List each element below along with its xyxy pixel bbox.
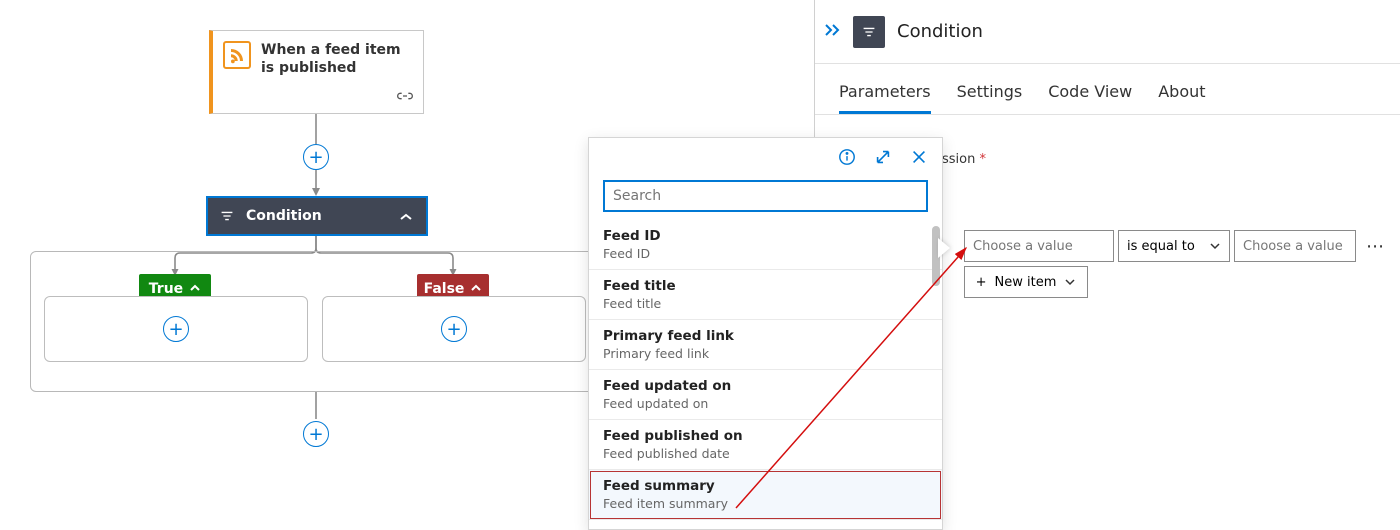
chevron-up-icon: [470, 281, 482, 297]
false-branch-box: +: [322, 296, 586, 362]
more-options-button[interactable]: ⋯: [1360, 236, 1390, 257]
condition-title: Condition: [246, 208, 386, 224]
new-item-label: New item: [995, 275, 1057, 290]
dynamic-content-popup: Feed ID Feed ID Feed title Feed title Pr…: [588, 137, 943, 530]
chevron-up-icon[interactable]: [396, 207, 416, 226]
condition-card[interactable]: Condition: [206, 196, 428, 236]
true-label-text: True: [149, 281, 183, 297]
tab-code-view[interactable]: Code View: [1048, 82, 1132, 114]
dynamic-field-list[interactable]: Feed ID Feed ID Feed title Feed title Pr…: [589, 220, 942, 530]
field-item-feed-id[interactable]: Feed ID Feed ID: [589, 220, 942, 270]
operand-right-placeholder: Choose a value: [1243, 239, 1343, 254]
operator-label: is equal to: [1127, 239, 1195, 254]
chevron-down-icon: [1209, 241, 1221, 251]
trigger-title: When a feed item is published: [261, 41, 411, 77]
plus-icon: +: [976, 275, 987, 290]
tab-about[interactable]: About: [1158, 82, 1205, 114]
operand-right-input[interactable]: Choose a value: [1234, 230, 1356, 262]
tab-parameters[interactable]: Parameters: [839, 82, 931, 114]
condition-badge-icon: [853, 16, 885, 48]
popup-caret-icon: [938, 238, 950, 258]
link-icon: [397, 88, 413, 107]
add-step-button-bottom[interactable]: +: [303, 421, 329, 447]
close-icon[interactable]: [910, 148, 928, 170]
operator-select[interactable]: is equal to: [1118, 230, 1230, 262]
rss-icon: [223, 41, 251, 69]
search-input[interactable]: [613, 188, 918, 204]
field-item-feed-title[interactable]: Feed title Feed title: [589, 270, 942, 320]
add-action-false[interactable]: +: [441, 316, 467, 342]
condition-icon: [218, 207, 236, 225]
expression-field-label: ssion *: [942, 152, 986, 167]
false-label-text: False: [424, 281, 465, 297]
info-icon[interactable]: [838, 148, 856, 170]
field-item-primary-link[interactable]: Primary feed link Primary feed link: [589, 320, 942, 370]
field-item-updated-on[interactable]: Feed updated on Feed updated on: [589, 370, 942, 420]
add-action-true[interactable]: +: [163, 316, 189, 342]
chevron-down-icon: [1064, 277, 1076, 287]
collapse-panel-icon[interactable]: [823, 21, 841, 42]
dynamic-search-box[interactable]: [603, 180, 928, 212]
tab-settings[interactable]: Settings: [957, 82, 1023, 114]
trigger-card[interactable]: When a feed item is published: [209, 30, 424, 114]
field-item-feed-summary[interactable]: Feed summary Feed item summary: [589, 470, 942, 520]
panel-title: Condition: [897, 21, 983, 42]
true-branch-box: +: [44, 296, 308, 362]
operand-left-input[interactable]: [964, 230, 1114, 262]
field-item-published-on[interactable]: Feed published on Feed published date: [589, 420, 942, 470]
expand-icon[interactable]: [874, 148, 892, 170]
add-step-button-top[interactable]: +: [303, 144, 329, 170]
chevron-up-icon: [189, 281, 201, 297]
new-item-button[interactable]: + New item: [964, 266, 1088, 298]
